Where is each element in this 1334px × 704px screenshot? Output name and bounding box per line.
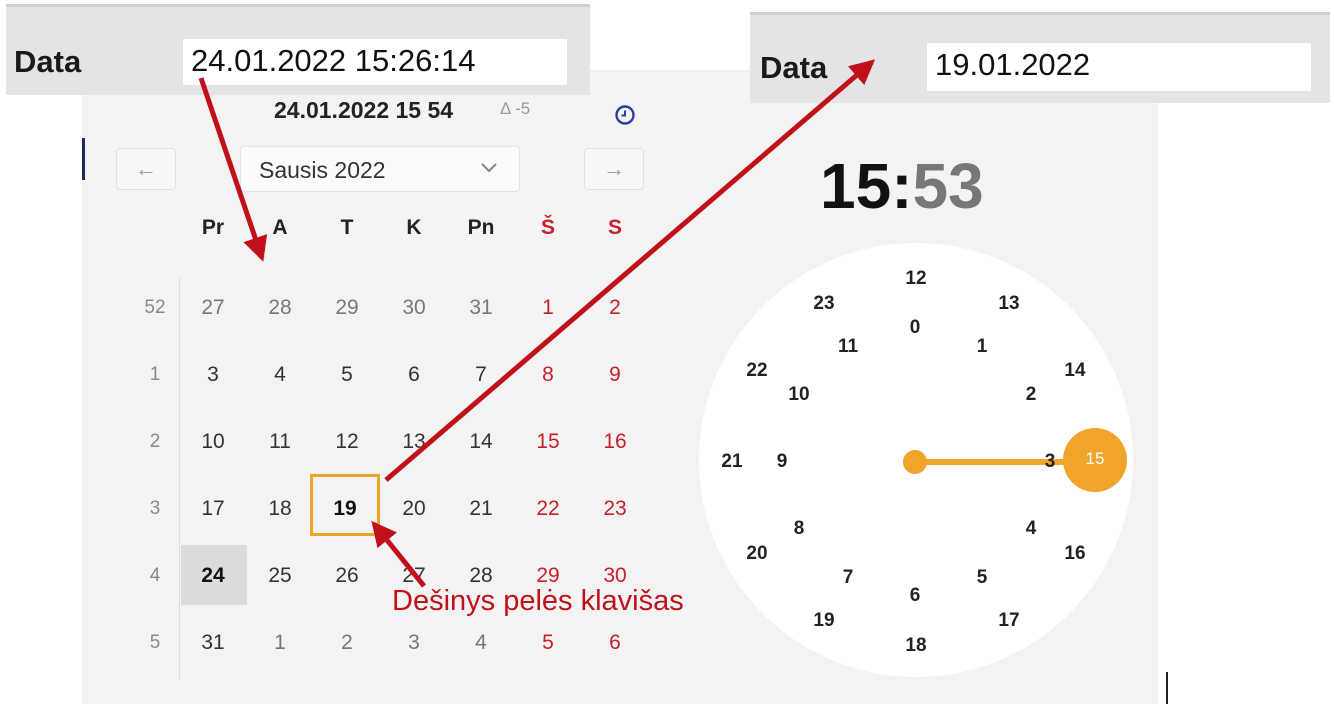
day-cell[interactable]: 11 <box>249 430 311 454</box>
time-minute[interactable]: 53 <box>913 150 984 222</box>
clock-hour[interactable]: 14 <box>1055 360 1095 382</box>
page-edge-mark <box>82 138 85 180</box>
day-cell[interactable]: 4 <box>249 363 311 387</box>
clock-hour[interactable]: 21 <box>712 451 752 473</box>
day-cell[interactable]: 20 <box>383 497 445 521</box>
day-cell[interactable]: 30 <box>383 296 445 320</box>
today-day-cell[interactable]: 24 <box>182 564 244 588</box>
day-cell[interactable]: 22 <box>517 497 579 521</box>
day-cell[interactable]: 5 <box>316 363 378 387</box>
clock-hour-selected[interactable]: 15 <box>1075 449 1115 469</box>
day-cell[interactable]: 31 <box>450 296 512 320</box>
date-input-result[interactable]: 19.01.2022 <box>926 42 1312 92</box>
time-hour[interactable]: 15 <box>820 150 891 222</box>
day-cell[interactable]: 13 <box>383 430 445 454</box>
clock-hour[interactable]: 7 <box>828 567 868 589</box>
day-cell[interactable]: 23 <box>584 497 646 521</box>
clock-hour[interactable]: 5 <box>962 567 1002 589</box>
clock-hour[interactable]: 17 <box>989 610 1029 632</box>
week-number: 52 <box>144 297 166 318</box>
clock-icon[interactable] <box>614 104 636 126</box>
day-cell[interactable]: 7 <box>450 363 512 387</box>
clock-hour[interactable]: 8 <box>779 518 819 540</box>
clock-hour[interactable]: 6 <box>895 585 935 607</box>
clock-hour[interactable]: 22 <box>737 360 777 382</box>
day-cell[interactable]: 31 <box>182 631 244 655</box>
day-cell[interactable]: 27 <box>182 296 244 320</box>
clock-hour[interactable]: 20 <box>737 543 777 565</box>
clock-hour[interactable]: 3 <box>1030 451 1070 473</box>
weekday-wed: T <box>340 216 354 239</box>
week-number: 2 <box>149 431 161 452</box>
clock-hour[interactable]: 9 <box>762 451 802 473</box>
clock-hour[interactable]: 23 <box>804 293 844 315</box>
day-cell[interactable]: 9 <box>584 363 646 387</box>
day-cell[interactable]: 17 <box>182 497 244 521</box>
day-cell[interactable]: 2 <box>584 296 646 320</box>
day-cell[interactable]: 25 <box>249 564 311 588</box>
weekday-mon: Pr <box>201 216 225 239</box>
day-cell[interactable]: 12 <box>316 430 378 454</box>
selected-day-cell[interactable]: 19 <box>314 497 376 521</box>
current-datetime-label: 24.01.2022 15 54 <box>274 97 454 123</box>
day-cell[interactable]: 5 <box>517 631 579 655</box>
clock-hour[interactable]: 12 <box>896 268 936 290</box>
weekday-thu: K <box>406 216 422 239</box>
chevron-down-icon <box>479 161 499 180</box>
week-column-divider <box>179 278 180 680</box>
date-field-label: Data <box>14 44 82 79</box>
clock-hour[interactable]: 1 <box>962 336 1002 358</box>
time-display: 15:53 <box>820 150 984 222</box>
weekday-fri: Pn <box>467 216 495 239</box>
next-month-button[interactable]: → <box>584 148 644 190</box>
text-cursor <box>1166 672 1168 704</box>
weekday-sat: Š <box>540 216 555 239</box>
clock-hour[interactable]: 10 <box>779 384 819 406</box>
week-number: 3 <box>149 498 161 519</box>
prev-month-button[interactable]: ← <box>116 148 176 190</box>
day-cell[interactable]: 29 <box>316 296 378 320</box>
day-cell[interactable]: 26 <box>316 564 378 588</box>
day-cell[interactable]: 6 <box>383 363 445 387</box>
day-cell[interactable]: 2 <box>316 631 378 655</box>
day-cell[interactable]: 28 <box>249 296 311 320</box>
day-cell[interactable]: 15 <box>517 430 579 454</box>
day-cell[interactable]: 1 <box>249 631 311 655</box>
clock-hour[interactable]: 0 <box>895 317 935 339</box>
day-cell[interactable]: 16 <box>584 430 646 454</box>
clock-hour[interactable]: 11 <box>828 336 868 358</box>
annotation-label: Dešinys pelės klavišas <box>392 585 684 617</box>
weekday-tue: A <box>272 216 288 239</box>
clock-hour[interactable]: 4 <box>1011 518 1051 540</box>
month-select[interactable]: Sausis 2022 <box>240 146 520 192</box>
day-cell[interactable]: 8 <box>517 363 579 387</box>
week-number: 4 <box>149 565 161 586</box>
delta-label: Δ -5 <box>500 99 531 118</box>
date-field-label-result: Data <box>760 50 828 85</box>
month-select-value: Sausis 2022 <box>259 157 386 183</box>
day-cell[interactable]: 18 <box>249 497 311 521</box>
day-cell[interactable]: 1 <box>517 296 579 320</box>
day-cell[interactable]: 4 <box>450 631 512 655</box>
weekday-sun: S <box>607 216 622 239</box>
day-cell[interactable]: 14 <box>450 430 512 454</box>
clock-hour[interactable]: 19 <box>804 610 844 632</box>
day-cell[interactable]: 3 <box>182 363 244 387</box>
clock-hour[interactable]: 16 <box>1055 543 1095 565</box>
day-cell[interactable]: 3 <box>383 631 445 655</box>
clock-hour[interactable]: 13 <box>989 293 1029 315</box>
week-number: 1 <box>149 364 161 385</box>
clock-hour[interactable]: 18 <box>896 635 936 657</box>
clock-hour[interactable]: 2 <box>1011 384 1051 406</box>
time-separator: : <box>891 150 913 222</box>
day-cell[interactable]: 10 <box>182 430 244 454</box>
week-number: 5 <box>149 632 161 653</box>
day-cell[interactable]: 6 <box>584 631 646 655</box>
date-time-input[interactable]: 24.01.2022 15:26:14 <box>182 38 568 86</box>
day-cell[interactable]: 21 <box>450 497 512 521</box>
